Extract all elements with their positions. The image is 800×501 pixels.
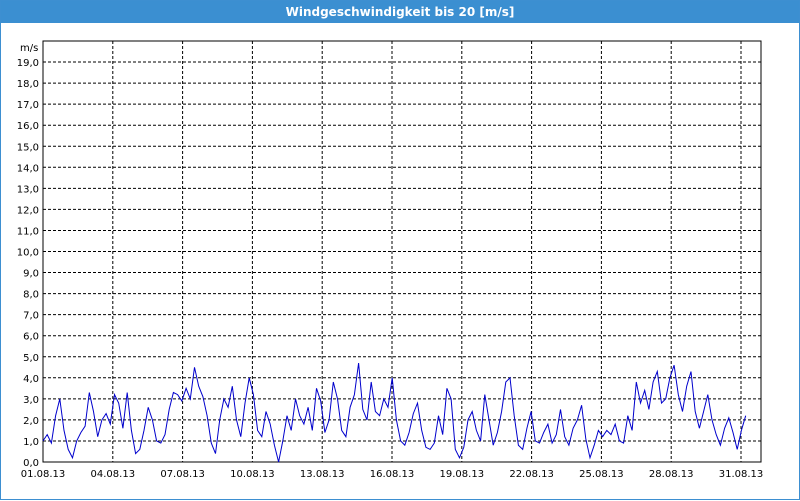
y-tick-label: 4,0: [23, 374, 39, 385]
y-tick-label: 6,0: [23, 332, 39, 343]
x-tick-label: 16.08.13: [370, 469, 415, 480]
y-tick-label: 3,0: [23, 395, 39, 406]
y-tick-label: 11,0: [17, 226, 39, 237]
y-tick-label: 18,0: [17, 79, 39, 90]
wind-speed-chart: m/s 0,0 1,0 2,0 3,0 4,0 5,0 6,0 7,0 8,0 9,0 10,0 11…: [17, 40, 764, 480]
x-tick-label: 25.08.13: [579, 469, 624, 480]
y-tick-label: 9,0: [23, 269, 39, 280]
y-tick-label: 0,0: [23, 458, 39, 469]
x-tick-label: 10.08.13: [230, 469, 275, 480]
y-tick-label: 19,0: [17, 58, 39, 69]
y-tick-label: 15,0: [17, 142, 39, 153]
y-tick-labels: 0,0 1,0 2,0 3,0 4,0 5,0 6,0 7,0 8,0 9,0 10,0 11,0 12…: [17, 58, 39, 469]
y-tick-label: 14,0: [17, 163, 39, 174]
y-tick-label: 7,0: [23, 311, 39, 322]
x-tick-label: 22.08.13: [509, 469, 554, 480]
y-tick-label: 16,0: [17, 121, 39, 132]
y-tick-label: 8,0: [23, 290, 39, 301]
x-tick-label: 01.08.13: [21, 469, 66, 480]
x-tick-label: 19.08.13: [440, 469, 485, 480]
y-axis-unit-label: m/s: [20, 43, 38, 54]
y-tick-label: 1,0: [23, 437, 39, 448]
x-tick-labels: 01.08.13 04.08.13 07.08.13 10.08.13 13.08.13…: [21, 469, 764, 480]
x-tick-label: 04.08.13: [91, 469, 136, 480]
x-tick-label: 07.08.13: [160, 469, 205, 480]
x-tick-label: 13.08.13: [300, 469, 345, 480]
y-tick-label: 17,0: [17, 100, 39, 111]
y-tick-label: 5,0: [23, 353, 39, 364]
y-tick-label: 2,0: [23, 416, 39, 427]
y-tick-label: 10,0: [17, 248, 39, 259]
x-tick-label: 28.08.13: [649, 469, 694, 480]
x-tick-label: 31.08.13: [719, 469, 764, 480]
chart-window: Windgeschwindigkeit bis 20 [m/s] m/s 0,0…: [0, 0, 800, 500]
y-tick-label: 13,0: [17, 184, 39, 195]
y-tick-label: 12,0: [17, 205, 39, 216]
grid-lines: [42, 41, 761, 462]
